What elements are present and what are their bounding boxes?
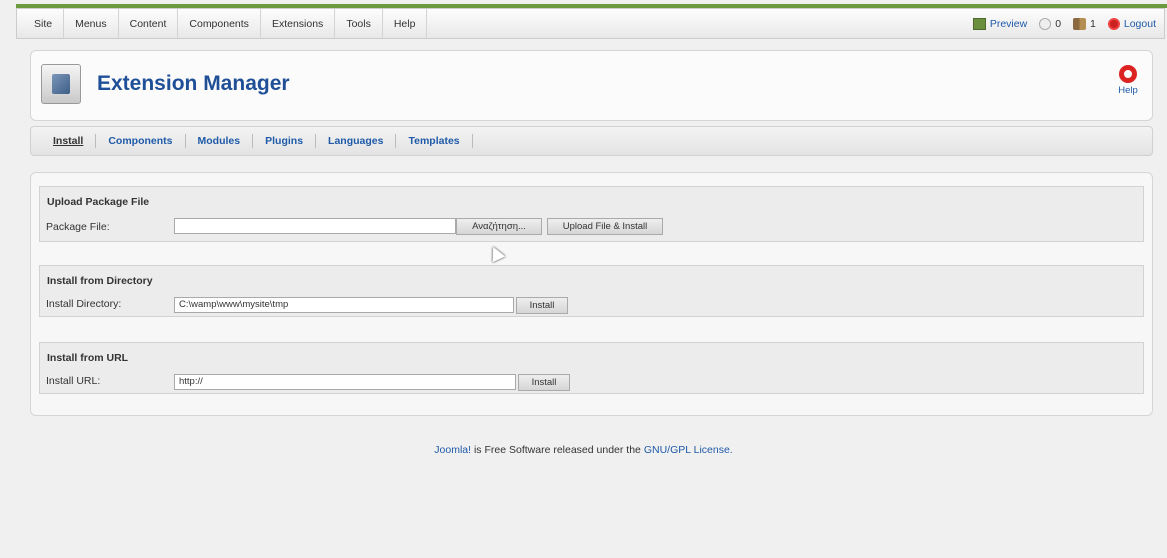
page-title: Extension Manager: [97, 72, 290, 95]
lifebuoy-icon: [1119, 65, 1137, 83]
install-directory-label: Install Directory:: [46, 298, 122, 310]
logout-label: Logout: [1123, 17, 1156, 30]
messages-count: 0: [1055, 17, 1062, 30]
preview-icon: [972, 17, 986, 30]
menu-help[interactable]: Help: [383, 9, 428, 38]
footer-text: is Free Software released under the: [471, 444, 644, 456]
install-url-section: Install from URL Install URL: http:// In…: [39, 342, 1144, 394]
joomla-link[interactable]: Joomla!: [434, 444, 471, 456]
install-url-input[interactable]: http://: [174, 374, 516, 390]
help-button[interactable]: Help: [1112, 65, 1144, 96]
main-menu: Site Menus Content Components Extensions…: [17, 9, 428, 38]
package-file-label: Package File:: [46, 221, 110, 233]
menu-components[interactable]: Components: [178, 9, 261, 38]
menu-extensions[interactable]: Extensions: [261, 9, 336, 38]
tab-modules[interactable]: Modules: [186, 134, 254, 148]
users-count: 1: [1090, 17, 1096, 30]
footer: Joomla! is Free Software released under …: [0, 444, 1167, 456]
submenu: Install Components Modules Plugins Langu…: [30, 126, 1153, 156]
admin-menubar: Site Menus Content Components Extensions…: [16, 8, 1165, 39]
upload-package-section: Upload Package File Package File: Αναζήτ…: [39, 186, 1144, 242]
menu-content[interactable]: Content: [119, 9, 179, 38]
main-content: Upload Package File Package File: Αναζήτ…: [30, 172, 1153, 416]
license-link[interactable]: GNU/GPL License.: [644, 444, 733, 456]
preview-link[interactable]: Preview: [972, 17, 1028, 30]
upload-install-button[interactable]: Upload File & Install: [547, 218, 663, 235]
status-area: Preview 0 1 Logout: [972, 17, 1164, 30]
package-file-input[interactable]: [174, 218, 456, 234]
users-icon: [1073, 17, 1087, 30]
preview-label: Preview: [989, 17, 1028, 30]
extension-manager-icon: [41, 64, 81, 104]
logout-icon: [1107, 17, 1120, 30]
menu-menus[interactable]: Menus: [64, 9, 119, 38]
upload-section-title: Upload Package File: [47, 196, 150, 208]
messages-icon: [1039, 17, 1052, 30]
menu-tools[interactable]: Tools: [335, 9, 383, 38]
logout-link[interactable]: Logout: [1107, 17, 1156, 30]
browse-button[interactable]: Αναζήτηση...: [456, 218, 542, 235]
directory-section-title: Install from Directory: [47, 275, 153, 287]
menu-site[interactable]: Site: [23, 9, 65, 38]
install-url-label: Install URL:: [46, 375, 101, 387]
url-section-title: Install from URL: [47, 352, 129, 364]
install-directory-button[interactable]: Install: [516, 297, 568, 314]
page-header: Extension Manager Help: [30, 50, 1153, 121]
help-label: Help: [1118, 85, 1138, 96]
tab-templates[interactable]: Templates: [396, 134, 473, 148]
messages-status[interactable]: 0: [1039, 17, 1062, 30]
install-directory-input[interactable]: C:\wamp\www\mysite\tmp: [174, 297, 514, 313]
tab-install[interactable]: Install: [41, 134, 97, 148]
install-url-button[interactable]: Install: [518, 374, 570, 391]
tab-languages[interactable]: Languages: [316, 134, 397, 148]
users-status[interactable]: 1: [1073, 17, 1096, 30]
tab-plugins[interactable]: Plugins: [253, 134, 317, 148]
install-directory-section: Install from Directory Install Directory…: [39, 265, 1144, 317]
tab-components[interactable]: Components: [96, 134, 186, 148]
